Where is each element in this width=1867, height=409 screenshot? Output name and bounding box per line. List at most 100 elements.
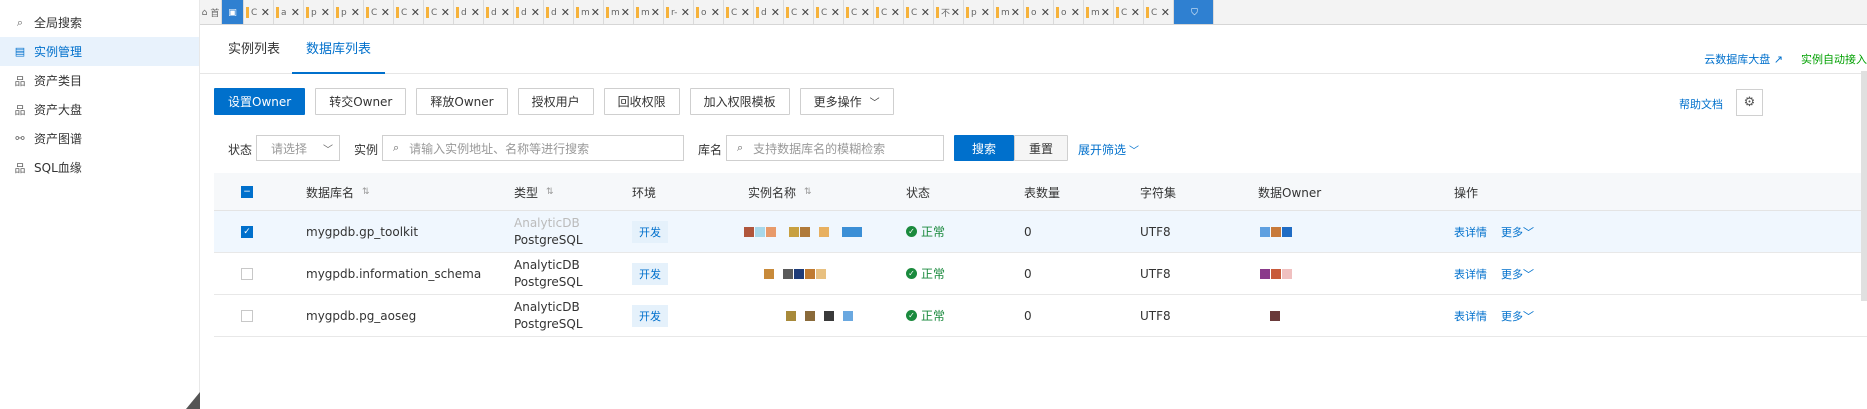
- browser-tab[interactable]: o ✕: [1054, 0, 1084, 24]
- header-dbname[interactable]: 数据库名 ⇅: [306, 173, 370, 211]
- gear-icon[interactable]: ⚙: [1736, 89, 1763, 116]
- browser-tab[interactable]: C ✕: [394, 0, 424, 24]
- close-icon[interactable]: ✕: [1161, 6, 1170, 19]
- instance-name-redacted[interactable]: [764, 253, 827, 294]
- instance-search-input[interactable]: ⌕ 请输入实例地址、名称等进行搜索: [382, 135, 684, 161]
- close-icon[interactable]: ✕: [711, 6, 720, 19]
- sidebar-item-asset-category[interactable]: 品 资产类目: [0, 66, 199, 95]
- close-icon[interactable]: ✕: [681, 6, 690, 19]
- close-icon[interactable]: ✕: [561, 6, 570, 19]
- status-select[interactable]: 请选择 ﹀: [256, 135, 340, 161]
- shield-tab[interactable]: ⛉: [1174, 0, 1214, 24]
- browser-tab[interactable]: r- ✕: [664, 0, 694, 24]
- close-icon[interactable]: ✕: [621, 6, 630, 19]
- sidebar-item-sql-lineage[interactable]: 品 SQL血缘: [0, 153, 199, 182]
- table-row[interactable]: mygpdb.pg_aoseg AnalyticDB PostgreSQL 开发…: [214, 295, 1867, 337]
- close-icon[interactable]: ✕: [351, 6, 360, 19]
- close-icon[interactable]: ✕: [1101, 6, 1110, 19]
- table-detail-link[interactable]: 表详情: [1454, 266, 1487, 282]
- transfer-owner-button[interactable]: 转交Owner: [315, 88, 407, 115]
- select-all-checkbox[interactable]: −: [241, 173, 253, 211]
- browser-tab[interactable]: m ✕: [574, 0, 604, 24]
- row-checkbox[interactable]: [241, 295, 253, 336]
- sort-icon[interactable]: ⇅: [362, 187, 370, 197]
- cloud-db-dashboard-link[interactable]: 云数据库大盘 ↗: [1704, 51, 1783, 67]
- close-icon[interactable]: ✕: [501, 6, 510, 19]
- expand-filter-link[interactable]: 展开筛选 ﹀: [1078, 141, 1139, 158]
- browser-tab[interactable]: a ✕: [274, 0, 304, 24]
- resize-corner[interactable]: [186, 392, 200, 409]
- close-icon[interactable]: ✕: [861, 6, 870, 19]
- add-template-button[interactable]: 加入权限模板: [689, 88, 790, 115]
- row-checkbox[interactable]: [241, 253, 253, 294]
- close-icon[interactable]: ✕: [651, 6, 660, 19]
- browser-tab[interactable]: C ✕: [844, 0, 874, 24]
- search-button[interactable]: 搜索: [954, 135, 1015, 161]
- close-icon[interactable]: ✕: [891, 6, 900, 19]
- home-tab[interactable]: ⌂ 首: [200, 0, 222, 24]
- browser-tab[interactable]: C ✕: [1144, 0, 1174, 24]
- browser-tab[interactable]: C ✕: [814, 0, 844, 24]
- revoke-permission-button[interactable]: 回收权限: [603, 88, 680, 115]
- browser-tab[interactable]: m ✕: [634, 0, 664, 24]
- browser-tab[interactable]: d ✕: [754, 0, 784, 24]
- reset-button[interactable]: 重置: [1014, 135, 1069, 161]
- header-type[interactable]: 类型 ⇅: [514, 173, 554, 211]
- header-instance[interactable]: 实例名称 ⇅: [748, 173, 812, 211]
- close-icon[interactable]: ✕: [591, 6, 600, 19]
- close-icon[interactable]: ✕: [1131, 6, 1140, 19]
- close-icon[interactable]: ✕: [441, 6, 450, 19]
- dbname-search-input[interactable]: ⌕ 支持数据库名的模糊检索: [726, 135, 944, 161]
- browser-tab[interactable]: C ✕: [244, 0, 274, 24]
- close-icon[interactable]: ✕: [741, 6, 750, 19]
- instance-name-redacted[interactable]: [744, 211, 863, 252]
- browser-tab[interactable]: C ✕: [364, 0, 394, 24]
- close-icon[interactable]: ✕: [1011, 6, 1020, 19]
- tab-instance-list[interactable]: 实例列表: [228, 25, 280, 74]
- close-icon[interactable]: ✕: [291, 6, 300, 19]
- sort-icon[interactable]: ⇅: [546, 187, 554, 197]
- close-icon[interactable]: ✕: [261, 6, 270, 19]
- browser-tab[interactable]: d ✕: [484, 0, 514, 24]
- instance-name-redacted[interactable]: [786, 295, 854, 336]
- close-icon[interactable]: ✕: [1041, 6, 1050, 19]
- browser-tab[interactable]: d ✕: [544, 0, 574, 24]
- browser-tab[interactable]: p ✕: [964, 0, 994, 24]
- close-icon[interactable]: ✕: [381, 6, 390, 19]
- help-docs-link[interactable]: 帮助文档: [1679, 96, 1723, 112]
- set-owner-button[interactable]: 设置Owner: [214, 88, 306, 115]
- browser-tab[interactable]: 不 ✕: [934, 0, 964, 24]
- browser-tab[interactable]: C ✕: [904, 0, 934, 24]
- close-icon[interactable]: ✕: [831, 6, 840, 19]
- browser-tab[interactable]: p ✕: [304, 0, 334, 24]
- sidebar-item-instance-management[interactable]: ▤ 实例管理: [0, 37, 199, 66]
- owner-redacted[interactable]: [1270, 295, 1281, 336]
- browser-tab[interactable]: C ✕: [874, 0, 904, 24]
- close-icon[interactable]: ✕: [981, 6, 990, 19]
- browser-tab[interactable]: m ✕: [994, 0, 1024, 24]
- row-checkbox[interactable]: ✓: [241, 211, 253, 252]
- owner-redacted[interactable]: [1260, 253, 1293, 294]
- sidebar-item-asset-dashboard[interactable]: 品 资产大盘: [0, 95, 199, 124]
- sidebar-item-global-search[interactable]: ⌕ 全局搜索: [0, 8, 199, 37]
- table-row[interactable]: mygpdb.information_schema AnalyticDB Pos…: [214, 253, 1867, 295]
- browser-tab[interactable]: C ✕: [724, 0, 754, 24]
- vertical-scrollbar[interactable]: [1861, 71, 1867, 301]
- close-icon[interactable]: ✕: [1071, 6, 1080, 19]
- more-link[interactable]: 更多﹀: [1501, 308, 1534, 324]
- close-icon[interactable]: ✕: [471, 6, 480, 19]
- close-icon[interactable]: ✕: [921, 6, 930, 19]
- close-icon[interactable]: ✕: [951, 6, 960, 19]
- close-icon[interactable]: ✕: [531, 6, 540, 19]
- active-tab[interactable]: ▣: [222, 0, 244, 24]
- table-detail-link[interactable]: 表详情: [1454, 224, 1487, 240]
- browser-tab[interactable]: o ✕: [1024, 0, 1054, 24]
- close-icon[interactable]: ✕: [771, 6, 780, 19]
- close-icon[interactable]: ✕: [411, 6, 420, 19]
- browser-tab[interactable]: C ✕: [784, 0, 814, 24]
- owner-redacted[interactable]: [1260, 211, 1293, 252]
- sidebar-item-asset-graph[interactable]: ⚯ 资产图谱: [0, 124, 199, 153]
- close-icon[interactable]: ✕: [321, 6, 330, 19]
- release-owner-button[interactable]: 释放Owner: [416, 88, 508, 115]
- browser-tab[interactable]: C ✕: [1114, 0, 1144, 24]
